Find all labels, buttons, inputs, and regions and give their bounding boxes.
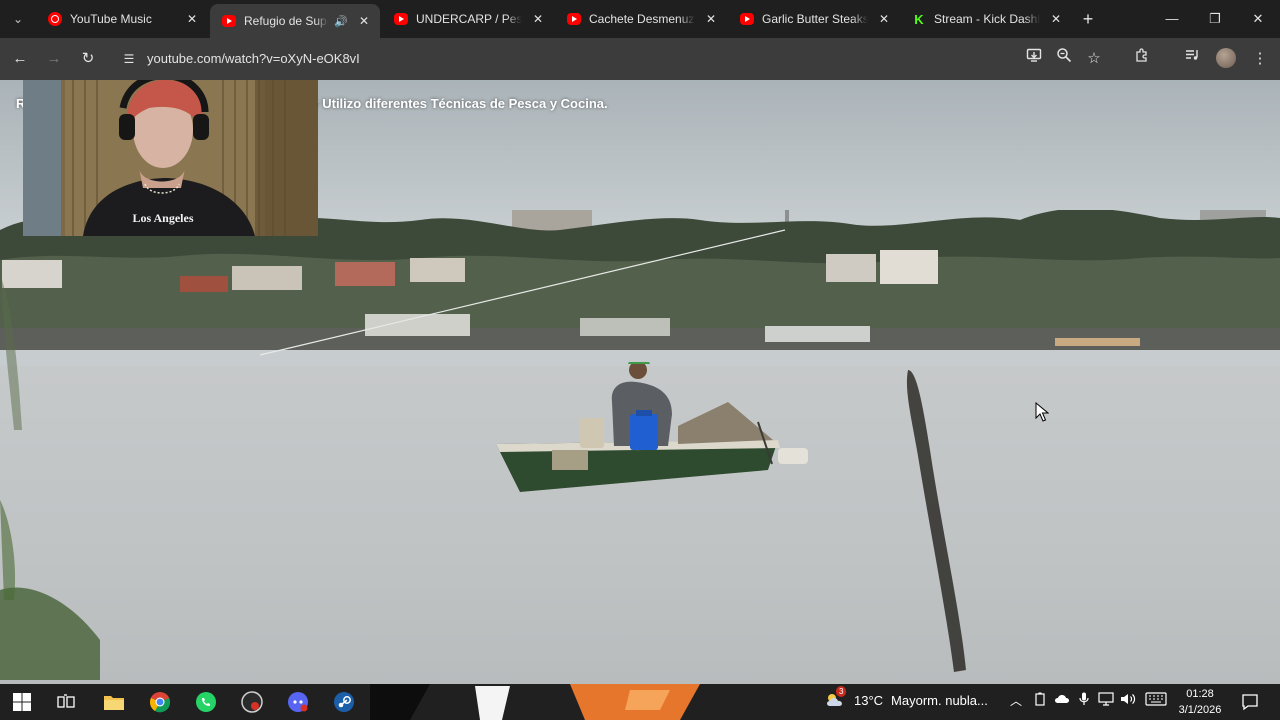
back-button[interactable]: ←: [8, 47, 32, 71]
chrome-icon[interactable]: [146, 688, 174, 716]
task-view-icon[interactable]: [52, 688, 80, 716]
close-tab-icon[interactable]: ✕: [703, 12, 719, 26]
tab-undercarp[interactable]: UNDERCARP / Pesca ✕: [382, 4, 554, 34]
close-tab-icon[interactable]: ✕: [184, 12, 200, 26]
tab-title: YouTube Music: [70, 12, 152, 26]
close-window-button[interactable]: ✕: [1236, 0, 1280, 38]
extensions-icon[interactable]: [1130, 47, 1154, 71]
tab-title: Cachete Desmenuzado: [589, 12, 695, 26]
media-control-icon[interactable]: [1180, 47, 1204, 71]
tab-garlic-butter[interactable]: Garlic Butter Steaks a ✕: [728, 4, 900, 34]
bookmark-star-icon[interactable]: ☆: [1082, 47, 1106, 71]
close-tab-icon[interactable]: ✕: [530, 12, 546, 26]
close-tab-icon[interactable]: ✕: [356, 14, 372, 28]
youtube-icon: [394, 13, 408, 25]
steam-icon[interactable]: [330, 688, 358, 716]
kick-icon: K: [914, 11, 924, 27]
install-app-icon[interactable]: [1022, 47, 1046, 71]
mouse-cursor-icon: [1035, 402, 1049, 422]
file-explorer-icon[interactable]: [100, 688, 128, 716]
browser-menu-icon[interactable]: ⋮: [1248, 47, 1272, 71]
tab-cachete[interactable]: Cachete Desmenuzado ✕: [555, 4, 727, 34]
restore-button[interactable]: ❐: [1193, 0, 1237, 38]
recorder-app-icon[interactable]: [238, 688, 266, 716]
profile-avatar[interactable]: [1216, 48, 1236, 68]
battery-icon[interactable]: [1030, 692, 1050, 709]
tab-title: Stream - Kick Dashboard: [934, 12, 1040, 26]
network-icon[interactable]: [1096, 692, 1116, 709]
youtube-icon: [567, 13, 581, 25]
onedrive-icon[interactable]: [1052, 692, 1072, 707]
windows-taskbar: 3 13°C Mayorm. nubla... ︿ 01:28 3/1/2026: [0, 684, 1280, 720]
windows-start-icon[interactable]: [8, 688, 36, 716]
zoom-icon[interactable]: [1052, 47, 1076, 71]
speaker-icon[interactable]: 🔊: [334, 15, 348, 28]
webcam-shirt-text: Los Angeles: [132, 211, 193, 225]
tab-search-chevron-icon[interactable]: ⌄: [6, 8, 30, 30]
tab-refugio-active[interactable]: Refugio de Supervivencia 🔊 ✕: [210, 4, 380, 38]
streamer-webcam: Los Angeles: [23, 80, 318, 236]
caption-text: y Utilizo diferentes Técnicas de Pesca y…: [311, 96, 608, 111]
video-player[interactable]: Ry Utilizo diferentes Técnicas de Pesca …: [0, 80, 1280, 684]
reload-button[interactable]: ↻: [76, 47, 100, 71]
url-text[interactable]: youtube.com/watch?v=oXyN-eOK8vI: [147, 51, 360, 66]
youtube-icon: [222, 15, 236, 27]
foreground-leaves: [0, 280, 100, 680]
tab-title: Refugio de Supervivencia: [244, 14, 328, 28]
tab-youtube-music[interactable]: YouTube Music ✕: [36, 4, 208, 34]
address-bar[interactable]: ☰ youtube.com/watch?v=oXyN-eOK8vI: [110, 43, 1110, 75]
close-tab-icon[interactable]: ✕: [876, 12, 892, 26]
keyboard-icon[interactable]: [1144, 692, 1168, 709]
forward-button[interactable]: →: [42, 47, 66, 71]
volume-icon[interactable]: [1118, 692, 1138, 709]
whatsapp-icon[interactable]: [192, 688, 220, 716]
tab-title: Garlic Butter Steaks a: [762, 12, 868, 26]
browser-toolbar: ← → ↻ ☰ youtube.com/watch?v=oXyN-eOK8vI …: [0, 38, 1280, 80]
clock-time: 01:28: [1186, 688, 1214, 700]
discord-icon[interactable]: [284, 688, 312, 716]
clock-date: 3/1/2026: [1178, 704, 1222, 716]
site-info-icon[interactable]: ☰: [120, 50, 138, 68]
notifications-icon[interactable]: [1240, 692, 1260, 712]
fishing-boat: [496, 362, 808, 492]
microphone-icon[interactable]: [1074, 692, 1094, 709]
tab-title: UNDERCARP / Pesca: [416, 12, 522, 26]
youtube-music-icon: [48, 12, 62, 26]
tab-kick-dashboard[interactable]: K Stream - Kick Dashboard ✕: [900, 4, 1072, 34]
tab-strip: ⌄ YouTube Music ✕ Refugio de Supervivenc…: [0, 0, 1280, 38]
youtube-icon: [740, 13, 754, 25]
new-tab-button[interactable]: +: [1078, 8, 1098, 30]
taskbar-wallpaper-art: [370, 684, 700, 720]
system-clock[interactable]: 01:28 3/1/2026: [1172, 686, 1228, 718]
foreground-reed: [906, 370, 966, 672]
cloudy-weather-icon: 3: [824, 686, 847, 708]
weather-temp: 13°C: [854, 692, 884, 708]
minimize-button[interactable]: —: [1150, 0, 1194, 38]
weather-widget[interactable]: 3 13°C Mayorm. nubla...: [824, 686, 988, 708]
weather-description: Mayorm. nubla...: [891, 692, 988, 708]
show-hidden-icons-chevron-icon[interactable]: ︿: [1006, 692, 1026, 709]
webcam-overlay: Los Angeles: [23, 80, 318, 236]
close-tab-icon[interactable]: ✕: [1048, 12, 1064, 26]
